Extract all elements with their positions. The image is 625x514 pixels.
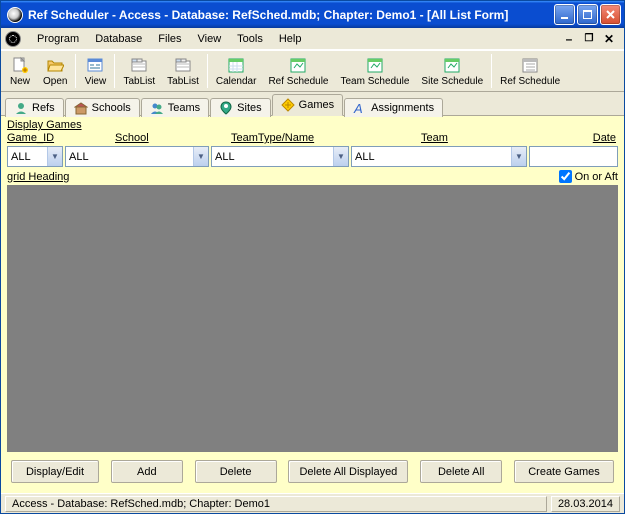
- toolbar-separator: [75, 54, 76, 88]
- menu-files[interactable]: Files: [150, 31, 189, 47]
- col-game-id: Game_ID: [7, 132, 63, 144]
- toolbar-separator: [114, 54, 115, 88]
- main-window: Ref Scheduler - Access - Database: RefSc…: [0, 0, 625, 514]
- open-folder-icon: [45, 55, 65, 75]
- on-or-after-label: On or Aft: [575, 171, 618, 183]
- mdi-app-icon[interactable]: [5, 31, 21, 47]
- close-button[interactable]: [600, 4, 621, 25]
- filter-date-input[interactable]: [529, 146, 618, 167]
- maximize-button[interactable]: [577, 4, 598, 25]
- games-diamond-icon: [281, 98, 295, 112]
- toolbar-new-button[interactable]: New: [3, 54, 37, 88]
- toolbar-view-button[interactable]: View: [78, 54, 112, 88]
- add-button[interactable]: Add: [111, 460, 183, 483]
- assignments-icon: A: [353, 101, 367, 115]
- toolbar-refschedule2-button[interactable]: Ref Schedule: [494, 54, 566, 88]
- filter-teamtype-combo[interactable]: ALL▼: [211, 146, 349, 167]
- site-pin-icon: [219, 101, 233, 115]
- col-teamtype: TeamType/Name: [207, 132, 345, 144]
- tab-teams[interactable]: Teams: [141, 98, 209, 117]
- menu-help[interactable]: Help: [271, 31, 310, 47]
- tab-assignments[interactable]: A Assignments: [344, 98, 443, 117]
- menu-tools[interactable]: Tools: [229, 31, 271, 47]
- tab-games[interactable]: Games: [272, 94, 343, 116]
- display-games-label: Display Games: [5, 118, 620, 132]
- content-area: Display Games Game_ID School TeamType/Na…: [1, 116, 624, 493]
- dropdown-arrow-icon: ▼: [511, 147, 526, 166]
- mdi-restore-button[interactable]: ❐: [582, 33, 596, 44]
- delete-button[interactable]: Delete: [195, 460, 277, 483]
- toolbar-open-button[interactable]: Open: [37, 54, 73, 88]
- toolbar-calendar-button[interactable]: Calendar: [210, 54, 263, 88]
- view-form-icon: [85, 55, 105, 75]
- toolbar-tablist1-button[interactable]: TabList: [117, 54, 161, 88]
- dropdown-arrow-icon: ▼: [47, 147, 62, 166]
- toolbar-separator: [491, 54, 492, 88]
- toolbar-tablist2-button[interactable]: TabList: [161, 54, 205, 88]
- svg-text:A: A: [353, 101, 363, 115]
- toolbar-siteschedule-button[interactable]: Site Schedule: [415, 54, 489, 88]
- tabbar: Refs Schools Teams Sites Games A Assignm…: [1, 92, 624, 116]
- tab-schools[interactable]: Schools: [65, 98, 140, 117]
- status-main: Access - Database: RefSched.mdb; Chapter…: [5, 496, 547, 512]
- col-date: Date: [521, 132, 618, 144]
- grid-heading-label: grid Heading: [7, 171, 69, 183]
- menu-program[interactable]: Program: [29, 31, 87, 47]
- toolbar-teamschedule-button[interactable]: Team Schedule: [334, 54, 415, 88]
- menubar: Program Database Files View Tools Help –…: [1, 28, 624, 50]
- schedule-ref-icon: [288, 55, 308, 75]
- filter-school-combo[interactable]: ALL▼: [65, 146, 209, 167]
- teams-icon: [150, 101, 164, 115]
- window-title: Ref Scheduler - Access - Database: RefSc…: [28, 8, 554, 22]
- on-or-after-checkbox[interactable]: [559, 170, 572, 183]
- tab-list-icon: [173, 55, 193, 75]
- minimize-button[interactable]: [554, 4, 575, 25]
- tab-refs[interactable]: Refs: [5, 98, 64, 117]
- mdi-close-button[interactable]: ✕: [602, 32, 616, 46]
- titlebar: Ref Scheduler - Access - Database: RefSc…: [1, 1, 624, 28]
- games-grid[interactable]: [7, 185, 618, 452]
- delete-all-button[interactable]: Delete All: [420, 460, 502, 483]
- mdi-minimize-button[interactable]: –: [562, 32, 576, 46]
- toolbar: New Open View TabList TabList Calendar R…: [1, 50, 624, 92]
- toolbar-refschedule-button[interactable]: Ref Schedule: [262, 54, 334, 88]
- new-document-icon: [10, 55, 30, 75]
- dropdown-arrow-icon: ▼: [333, 147, 348, 166]
- schedule-team-icon: [365, 55, 385, 75]
- menu-database[interactable]: Database: [87, 31, 150, 47]
- statusbar: Access - Database: RefSched.mdb; Chapter…: [1, 493, 624, 513]
- display-edit-button[interactable]: Display/Edit: [11, 460, 99, 483]
- filter-team-combo[interactable]: ALL▼: [351, 146, 527, 167]
- calendar-icon: [226, 55, 246, 75]
- menu-view[interactable]: View: [190, 31, 230, 47]
- delete-all-displayed-button[interactable]: Delete All Displayed: [288, 460, 408, 483]
- app-icon: [7, 7, 23, 23]
- col-school: School: [63, 132, 207, 144]
- person-icon: [14, 101, 28, 115]
- tab-list-icon: [129, 55, 149, 75]
- status-date: 28.03.2014: [551, 496, 620, 512]
- toolbar-separator: [207, 54, 208, 88]
- dropdown-arrow-icon: ▼: [193, 147, 208, 166]
- tab-sites[interactable]: Sites: [210, 98, 270, 117]
- filter-game-id-combo[interactable]: ALL▼: [7, 146, 63, 167]
- col-team: Team: [345, 132, 521, 144]
- button-row: Display/Edit Add Delete Delete All Displ…: [5, 452, 620, 489]
- school-icon: [74, 101, 88, 115]
- create-games-button[interactable]: Create Games: [514, 460, 614, 483]
- schedule-icon: [520, 55, 540, 75]
- schedule-site-icon: [442, 55, 462, 75]
